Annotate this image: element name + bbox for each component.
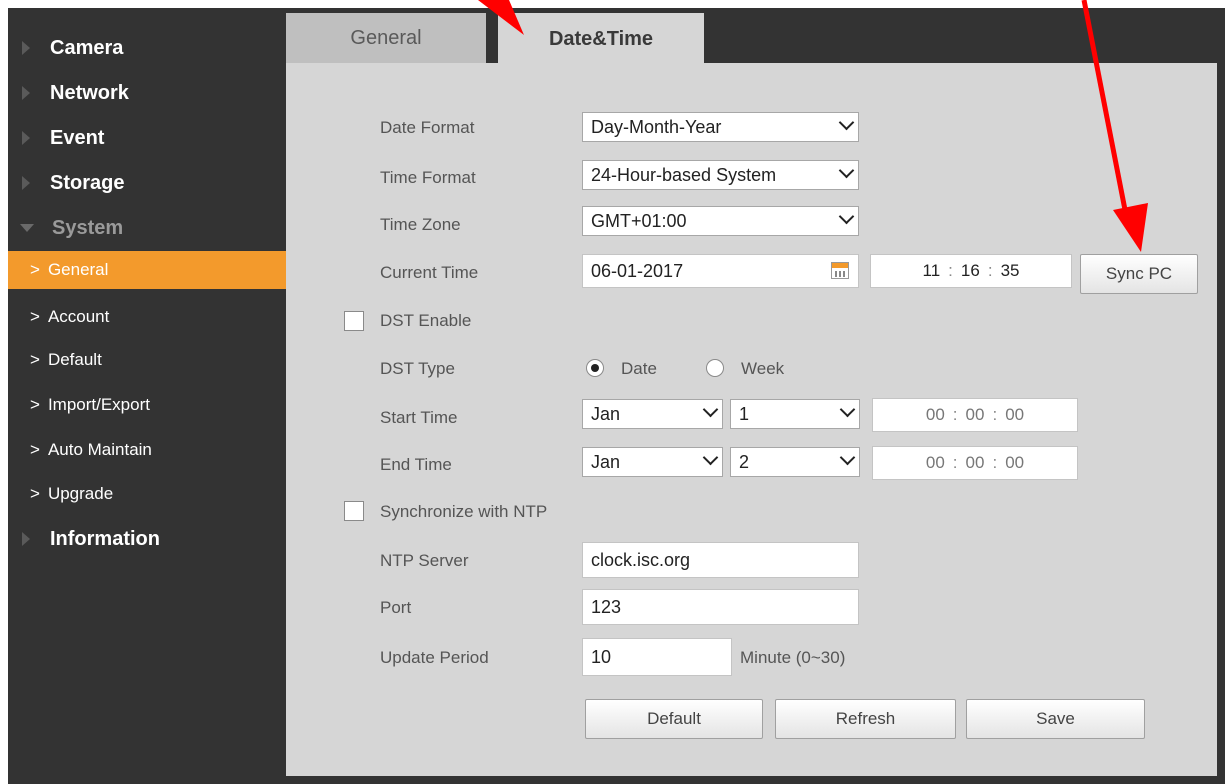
end-day-select[interactable]: 2 bbox=[730, 447, 860, 477]
dst-type-label: DST Type bbox=[380, 359, 455, 378]
time-format-label: Time Format bbox=[380, 168, 476, 187]
tab-general[interactable]: General bbox=[286, 13, 486, 63]
start-day-select[interactable]: 1 bbox=[730, 399, 860, 429]
calendar-icon[interactable] bbox=[831, 262, 849, 279]
sidebar-category-system[interactable]: System bbox=[8, 208, 290, 248]
collapsed-triangle-icon bbox=[22, 41, 30, 55]
date-format-label: Date Format bbox=[380, 118, 475, 137]
port-label: Port bbox=[380, 598, 412, 617]
sidebar-category-event[interactable]: Event bbox=[8, 118, 290, 158]
dst-type-week-label: Week bbox=[741, 359, 785, 378]
time-zone-select[interactable]: GMT+01:00 bbox=[582, 206, 859, 236]
chevron-down-icon bbox=[838, 114, 855, 131]
update-period-unit: Minute (0~30) bbox=[740, 648, 846, 667]
start-month-select[interactable]: Jan bbox=[582, 399, 723, 429]
start-time-label: Start Time bbox=[380, 408, 458, 427]
chevron-down-icon bbox=[702, 449, 719, 466]
dst-type-week-radio[interactable] bbox=[706, 359, 724, 377]
chevron-down-icon bbox=[702, 401, 719, 418]
chevron-right-icon: > bbox=[30, 484, 40, 503]
sidebar-item-upgrade[interactable]: > Upgrade bbox=[8, 475, 290, 513]
chevron-down-icon bbox=[838, 208, 855, 225]
start-time-input[interactable]: 00: 00: 00 bbox=[872, 398, 1078, 432]
sidebar-item-auto-maintain[interactable]: > Auto Maintain bbox=[8, 431, 290, 469]
update-period-input[interactable]: 10 bbox=[582, 638, 732, 676]
end-month-select[interactable]: Jan bbox=[582, 447, 723, 477]
expanded-triangle-icon bbox=[20, 224, 34, 232]
refresh-button[interactable]: Refresh bbox=[775, 699, 956, 739]
chevron-down-icon bbox=[839, 401, 856, 418]
time-format-select[interactable]: 24-Hour-based System bbox=[582, 160, 859, 190]
chevron-right-icon: > bbox=[30, 307, 40, 326]
sidebar-category-storage[interactable]: Storage bbox=[8, 163, 290, 203]
dst-enable-checkbox[interactable] bbox=[344, 311, 364, 331]
collapsed-triangle-icon bbox=[22, 176, 30, 190]
end-time-label: End Time bbox=[380, 455, 452, 474]
update-period-label: Update Period bbox=[380, 648, 489, 667]
collapsed-triangle-icon bbox=[22, 131, 30, 145]
port-input[interactable]: 123 bbox=[582, 589, 859, 625]
chevron-right-icon: > bbox=[30, 260, 40, 279]
ntp-server-input[interactable]: clock.isc.org bbox=[582, 542, 859, 578]
end-time-input[interactable]: 00: 00: 00 bbox=[872, 446, 1078, 480]
ntp-sync-label: Synchronize with NTP bbox=[380, 502, 548, 521]
sidebar-category-network[interactable]: Network bbox=[8, 73, 290, 113]
chevron-right-icon: > bbox=[30, 440, 40, 459]
sidebar-item-import-export[interactable]: > Import/Export bbox=[8, 386, 290, 424]
dst-type-date-radio[interactable] bbox=[586, 359, 604, 377]
time-zone-label: Time Zone bbox=[380, 215, 461, 234]
collapsed-triangle-icon bbox=[22, 86, 30, 100]
chevron-right-icon: > bbox=[30, 395, 40, 414]
date-format-select[interactable]: Day-Month-Year bbox=[582, 112, 859, 142]
chevron-right-icon: > bbox=[30, 350, 40, 369]
sidebar-item-account[interactable]: > Account bbox=[8, 298, 290, 336]
collapsed-triangle-icon bbox=[22, 532, 30, 546]
sync-pc-button[interactable]: Sync PC bbox=[1080, 254, 1198, 294]
default-button[interactable]: Default bbox=[585, 699, 763, 739]
sidebar-category-information[interactable]: Information bbox=[8, 519, 290, 559]
sidebar-category-camera[interactable]: Camera bbox=[8, 28, 290, 68]
chevron-down-icon bbox=[838, 162, 855, 179]
save-button[interactable]: Save bbox=[966, 699, 1145, 739]
ntp-server-label: NTP Server bbox=[380, 551, 469, 570]
current-time-label: Current Time bbox=[380, 263, 479, 282]
chevron-down-icon bbox=[839, 449, 856, 466]
tab-date-time[interactable]: Date&Time bbox=[498, 13, 704, 65]
current-date-input[interactable]: 06-01-2017 bbox=[582, 254, 859, 288]
sidebar-item-default[interactable]: > Default bbox=[8, 341, 290, 379]
dst-type-date-label: Date bbox=[621, 359, 657, 378]
ntp-sync-checkbox[interactable] bbox=[344, 501, 364, 521]
sidebar-item-general[interactable]: > General bbox=[8, 251, 290, 289]
current-time-input[interactable]: 11: 16: 35 bbox=[870, 254, 1072, 288]
dst-enable-label: DST Enable bbox=[380, 311, 472, 330]
